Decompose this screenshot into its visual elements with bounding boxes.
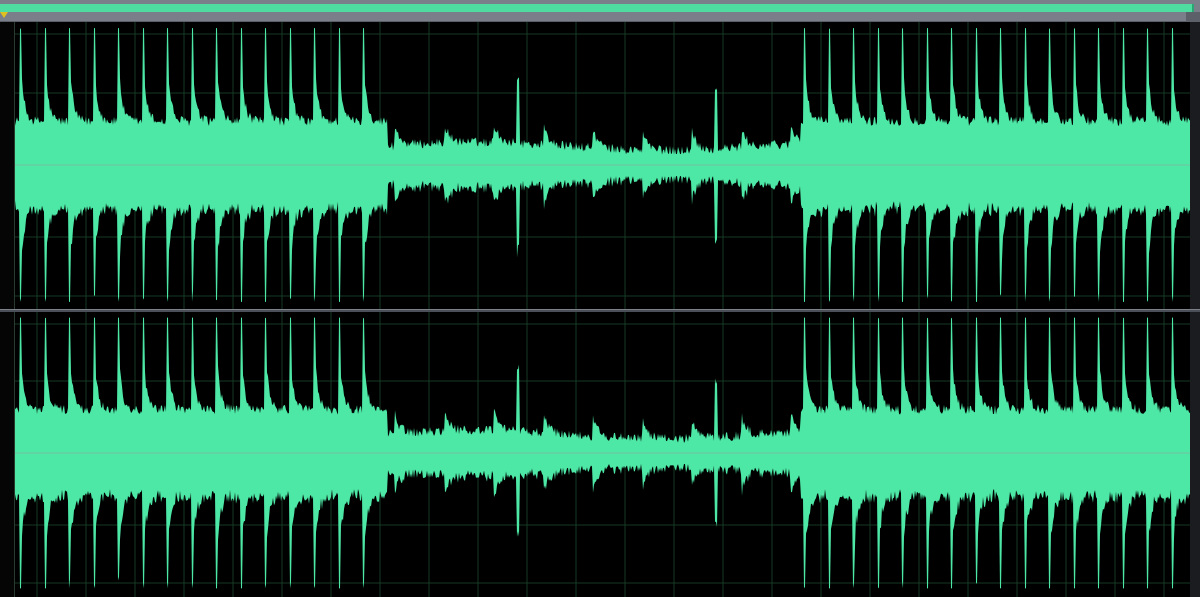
playhead-marker-icon[interactable] bbox=[0, 12, 8, 18]
vertical-scrollbar-left[interactable] bbox=[1190, 22, 1200, 310]
overview-visible-range[interactable] bbox=[0, 4, 1194, 12]
channel-left[interactable] bbox=[0, 22, 1200, 310]
waveform-left[interactable] bbox=[0, 22, 1200, 310]
channel-right[interactable] bbox=[0, 312, 1200, 597]
vertical-scrollbar-right[interactable] bbox=[1190, 312, 1200, 597]
overview-bar[interactable] bbox=[0, 0, 1200, 22]
overview-scroll-handle[interactable] bbox=[1186, 12, 1200, 22]
waveform-right[interactable] bbox=[0, 312, 1200, 597]
waveform-editor bbox=[0, 0, 1200, 597]
